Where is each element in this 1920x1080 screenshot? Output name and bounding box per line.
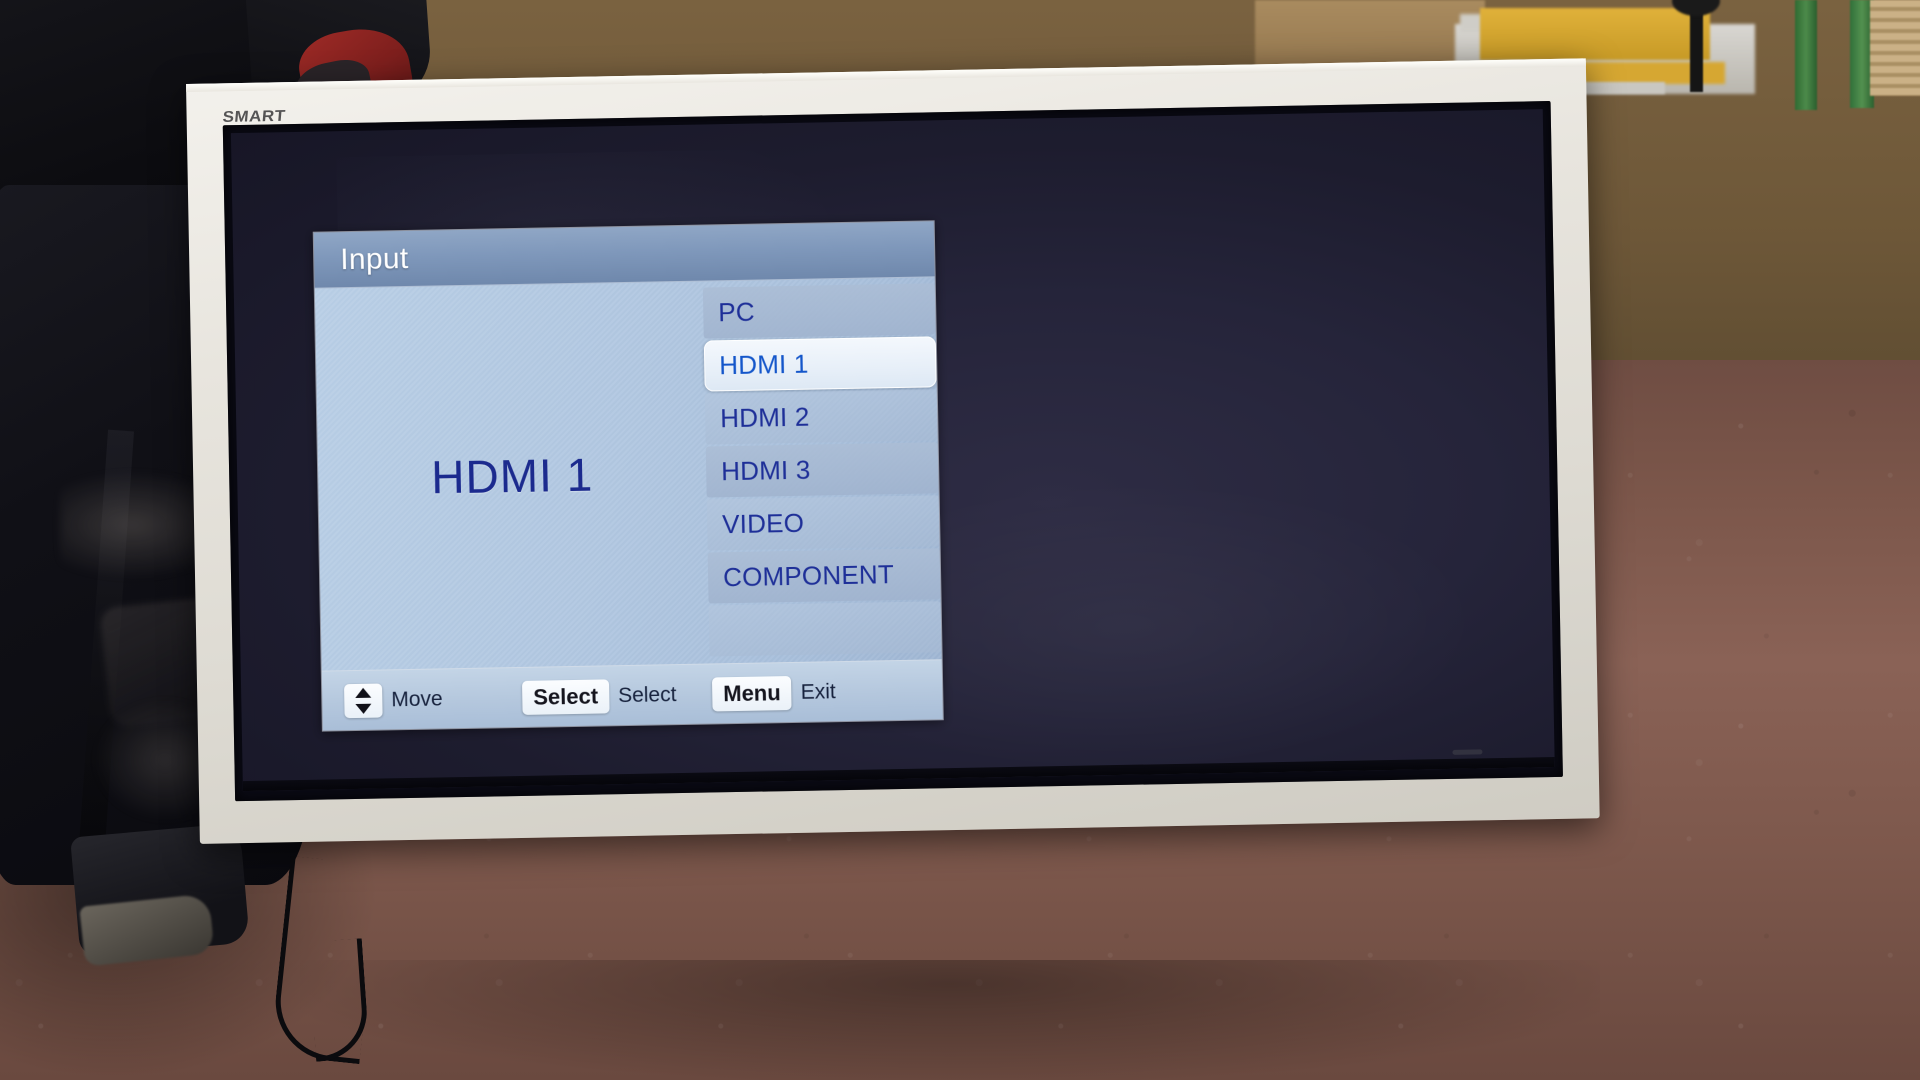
input-option-empty (708, 601, 942, 657)
input-option-label: COMPONENT (722, 559, 895, 593)
smart-display: SMART Input HDMI 1 PC HDMI 1 HDMI 2 HDMI… (186, 58, 1600, 844)
input-source-list[interactable]: PC HDMI 1 HDMI 2 HDMI 3 VIDEO COMPONENT (702, 277, 942, 663)
input-option-label: PC (717, 296, 756, 328)
osd-footer-hints: Move Select Select Menu Exit (321, 659, 943, 731)
input-option-label: HDMI 3 (720, 454, 811, 487)
hint-exit-label: Exit (800, 679, 836, 704)
hint-move: Move (344, 682, 443, 718)
input-option-pc[interactable]: PC (702, 283, 936, 339)
up-down-arrow-icon (344, 683, 383, 718)
osd-title: Input (339, 241, 409, 276)
input-option-component[interactable]: COMPONENT (707, 548, 941, 604)
input-option-hdmi-2[interactable]: HDMI 2 (704, 389, 938, 445)
hint-move-label: Move (391, 686, 443, 711)
menu-key: Menu (711, 675, 793, 711)
select-key: Select (521, 678, 610, 715)
display-screen: Input HDMI 1 PC HDMI 1 HDMI 2 HDMI 3 VID… (230, 109, 1555, 792)
current-input-label: HDMI 1 (430, 448, 594, 504)
ir-receiver (1452, 749, 1483, 755)
input-preview-pane: HDMI 1 (315, 282, 710, 671)
input-option-hdmi-3[interactable]: HDMI 3 (705, 442, 939, 498)
input-option-label: HDMI 2 (719, 401, 810, 434)
hint-select-label: Select (617, 682, 677, 707)
osd-body: HDMI 1 PC HDMI 1 HDMI 2 HDMI 3 VIDEO COM… (314, 277, 942, 671)
display-floor-shadow (300, 960, 1600, 1080)
input-option-label: HDMI 1 (718, 348, 809, 381)
hint-select: Select Select (521, 678, 677, 715)
input-option-hdmi-1[interactable]: HDMI 1 (703, 336, 937, 392)
wood-stack (1870, 0, 1920, 96)
hint-menu: Menu Exit (711, 675, 836, 711)
input-option-video[interactable]: VIDEO (706, 495, 940, 551)
input-osd-menu[interactable]: Input HDMI 1 PC HDMI 1 HDMI 2 HDMI 3 VID… (312, 220, 944, 732)
green-post-left (1795, 0, 1817, 110)
input-option-label: VIDEO (721, 507, 805, 540)
smart-brand-logo: SMART (221, 106, 287, 126)
yellow-machine (1480, 8, 1710, 60)
photo-scene: SMART Input HDMI 1 PC HDMI 1 HDMI 2 HDMI… (0, 0, 1920, 1080)
